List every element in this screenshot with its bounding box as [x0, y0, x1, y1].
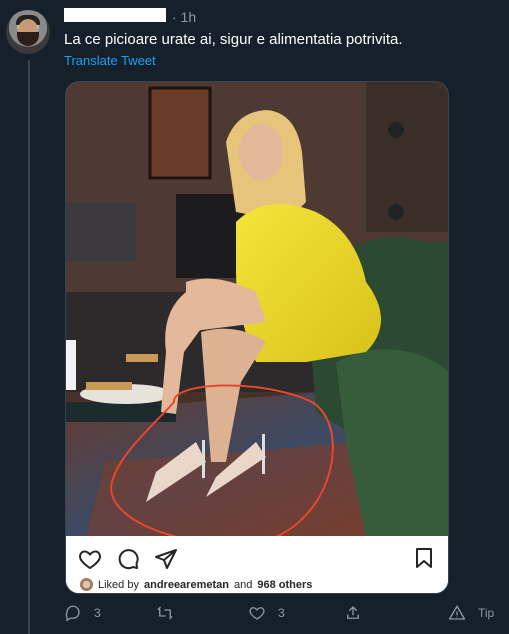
direct-icon[interactable]: [154, 547, 178, 571]
reply-count: 3: [94, 606, 101, 620]
share-icon: [347, 606, 359, 619]
comment-icon[interactable]: [116, 547, 140, 571]
tweet-text: La ce picioare urate ai, sigur e aliment…: [64, 31, 403, 48]
thread-line: [28, 60, 30, 634]
like-count: 3: [278, 606, 285, 620]
like-button[interactable]: 3: [248, 604, 285, 622]
avatar-beard: [17, 32, 39, 46]
reply-button[interactable]: 3: [64, 604, 101, 622]
tweet-actions: 3 3 Tip: [60, 604, 500, 628]
redacted-username: [64, 8, 166, 22]
embedded-instagram-post[interactable]: Liked by andreearemetan and 968 others: [65, 81, 449, 594]
liked-others[interactable]: 968 others: [257, 579, 312, 591]
tip-icon: [448, 605, 466, 620]
translate-tweet-link[interactable]: Translate Tweet: [64, 53, 156, 68]
tip-button[interactable]: Tip: [448, 604, 494, 622]
liker-avatar: [80, 578, 93, 591]
post-photo[interactable]: [66, 82, 448, 536]
instagram-action-bar: Liked by andreearemetan and 968 others: [66, 536, 448, 593]
bookmark-icon[interactable]: [412, 546, 436, 570]
tip-label: Tip: [478, 606, 495, 620]
heart-icon[interactable]: [78, 547, 102, 571]
share-button[interactable]: [344, 604, 362, 622]
liked-prefix: Liked by: [98, 578, 139, 591]
photo-illustration: [66, 82, 448, 536]
liked-and: and: [233, 578, 253, 591]
retweet-button[interactable]: [156, 604, 186, 622]
instagram-icons: [78, 546, 178, 572]
like-icon: [249, 607, 265, 620]
reply-icon: [65, 605, 80, 622]
liked-user[interactable]: andreearemetan: [144, 579, 229, 591]
retweet-icon: [157, 606, 173, 620]
tweet-time[interactable]: · 1h: [172, 9, 196, 25]
liked-by-line: Liked by andreearemetan and 968 others: [80, 578, 312, 591]
avatar[interactable]: [6, 10, 50, 54]
